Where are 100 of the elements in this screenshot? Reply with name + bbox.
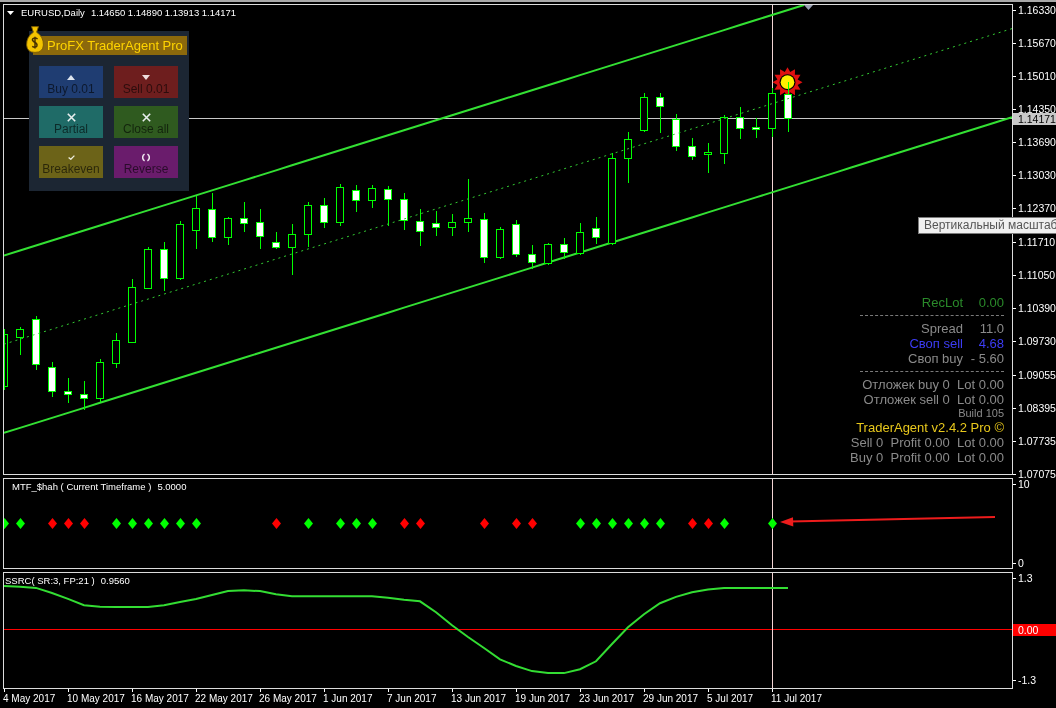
candle <box>240 201 248 233</box>
axis-label: 1.10390 <box>1018 303 1056 312</box>
candle <box>96 358 104 403</box>
candle <box>592 216 600 245</box>
axis-label: 1.07075 <box>1018 469 1056 478</box>
info-text: Отложек sell 0 Lot 0.00 <box>863 392 1004 407</box>
candle <box>544 242 552 266</box>
candle <box>752 117 760 139</box>
triangle-up-icon <box>67 74 75 80</box>
axis-label: 1.15670 <box>1018 39 1056 48</box>
axis-label: -1.3 <box>1018 676 1037 685</box>
close-icon <box>141 112 151 122</box>
close-icon <box>66 112 76 122</box>
candle <box>480 212 488 264</box>
date-label: 29 Jun 2017 <box>643 692 699 704</box>
candle <box>128 278 136 344</box>
chart-title: EURUSD,Daily <box>21 6 85 19</box>
candle <box>672 113 680 152</box>
candle <box>416 208 424 247</box>
candle <box>512 219 520 258</box>
shift-marker-icon[interactable] <box>804 5 813 10</box>
candle <box>400 192 408 231</box>
date-label: 22 May 2017 <box>195 692 253 704</box>
candle <box>720 114 728 165</box>
candle <box>304 201 312 248</box>
candle <box>736 106 744 140</box>
build-label: Build 105 <box>958 407 1004 420</box>
candle <box>224 216 232 246</box>
caret-icon[interactable] <box>7 10 14 15</box>
info-text: Отложек buy 0 Lot 0.00 <box>862 377 1004 392</box>
date-label: 7 Jun 2017 <box>387 692 437 704</box>
candle <box>368 184 376 209</box>
candle <box>320 197 328 229</box>
info-label: Своп sell <box>909 336 963 351</box>
candle <box>272 231 280 250</box>
partial-close-button[interactable]: Partial <box>39 106 103 138</box>
candle <box>432 210 440 237</box>
candle <box>560 237 568 260</box>
candle <box>528 244 536 270</box>
starburst-icon <box>772 67 803 98</box>
date-label: 19 Jun 2017 <box>515 692 571 704</box>
axis-label: 1.13030 <box>1018 171 1056 180</box>
refresh-icon <box>142 152 150 162</box>
axis-label: 1.09055 <box>1018 370 1056 379</box>
chart-readout: 0.9560 <box>100 574 130 587</box>
level-label: 1.14171 <box>1013 113 1056 125</box>
candle <box>640 92 648 133</box>
info-label: Spread <box>921 321 963 336</box>
brand-label: TraderAgent v2.4.2 Pro © <box>856 420 1004 435</box>
candle <box>496 226 504 260</box>
buy-button[interactable]: Buy 0.01 <box>39 66 103 98</box>
triangle-down-icon <box>142 74 150 80</box>
date-label: 5 Jul 2017 <box>707 692 754 704</box>
breakeven-button[interactable]: Breakeven <box>39 146 103 178</box>
date-label: 23 Jun 2017 <box>579 692 635 704</box>
axis-label: 1.3 <box>1018 574 1033 583</box>
date-label: 11 Jul 2017 <box>771 692 822 704</box>
candle <box>784 81 792 133</box>
candle <box>192 195 200 250</box>
candle <box>48 361 56 398</box>
candle <box>64 377 72 404</box>
date-label: 26 May 2017 <box>259 692 317 704</box>
info-value: 4.68 <box>978 336 1004 351</box>
candle <box>288 223 296 276</box>
info-label: RecLot <box>921 295 963 310</box>
date-label: 13 Jun 2017 <box>451 692 507 704</box>
candle <box>384 185 392 227</box>
candle <box>688 137 696 161</box>
reverse-button[interactable]: Reverse <box>114 146 178 178</box>
info-value: - 5.60 <box>970 351 1004 366</box>
candle <box>160 241 168 292</box>
axis-label: 1.09730 <box>1018 336 1056 345</box>
money-bag-icon <box>26 26 44 53</box>
info-label: Своп buy <box>908 351 963 366</box>
candle <box>32 315 40 371</box>
sell-button[interactable]: Sell 0.01 <box>114 66 178 98</box>
axis-label: 1.12370 <box>1018 204 1056 213</box>
candle <box>144 246 152 290</box>
axis-label: 1.13690 <box>1018 138 1056 147</box>
chart-title: SSRC( SR:3, FP:21 ) <box>5 574 95 587</box>
date-label: 16 May 2017 <box>131 692 189 704</box>
info-text: Sell 0 Profit 0.00 Lot 0.00 <box>850 435 1004 450</box>
date-label: 1 Jun 2017 <box>323 692 373 704</box>
candle <box>4 328 8 391</box>
candle <box>768 87 776 138</box>
candle <box>112 332 120 369</box>
axis-label: 1.16330 <box>1018 6 1056 14</box>
axis-label: 1.15010 <box>1018 72 1056 81</box>
check-icon <box>67 154 75 160</box>
candle <box>208 192 216 243</box>
candle <box>624 131 632 184</box>
axis-label: 10 <box>1018 480 1030 489</box>
candle <box>448 213 456 237</box>
candle <box>256 208 264 250</box>
date-label: 10 May 2017 <box>67 692 125 704</box>
candle <box>704 142 712 174</box>
tooltip: Вертикальный масштаб <box>918 217 1056 234</box>
candle <box>16 326 24 356</box>
candle <box>656 92 664 134</box>
info-value: 0.00 <box>978 295 1004 310</box>
